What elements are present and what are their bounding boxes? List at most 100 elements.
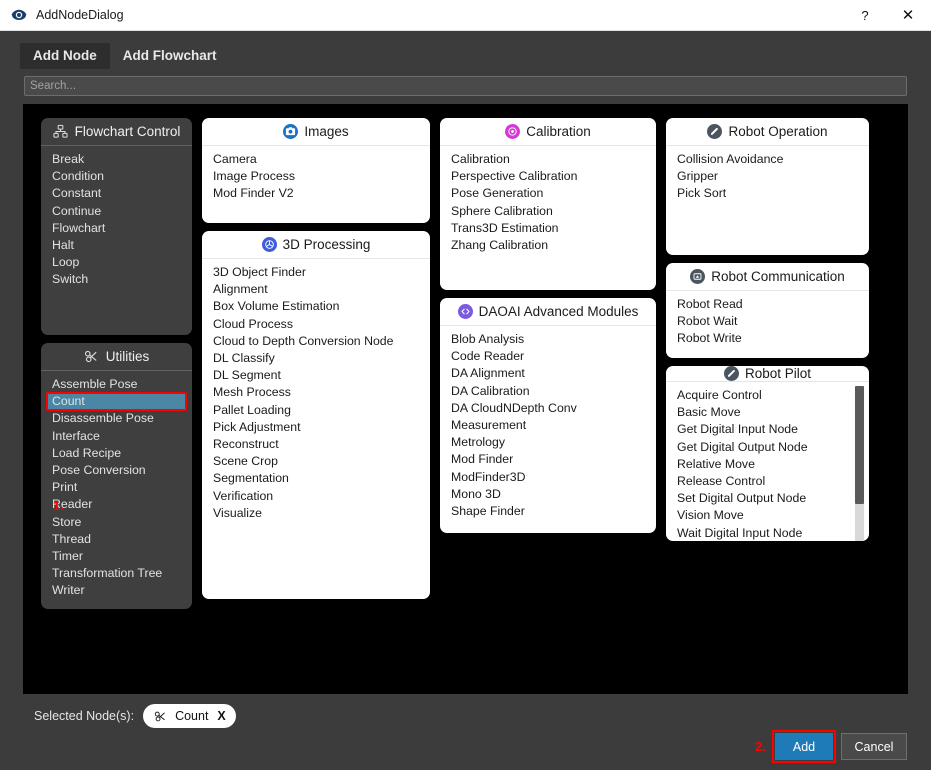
cancel-button[interactable]: Cancel: [841, 733, 907, 760]
list-item[interactable]: DL Segment: [202, 367, 430, 384]
list-item[interactable]: Switch: [41, 271, 192, 288]
list-item[interactable]: Perspective Calibration: [440, 168, 656, 185]
list-item[interactable]: Zhang Calibration: [440, 237, 656, 254]
list-item[interactable]: Continue: [41, 203, 192, 220]
group-title: Calibration: [526, 124, 591, 139]
group-daoai-advanced-modules: DAOAI Advanced Modules Blob Analysis Cod…: [440, 298, 656, 533]
tab-add-flowchart[interactable]: Add Flowchart: [110, 43, 230, 69]
list-item[interactable]: DA CloudNDepth Conv: [440, 400, 656, 417]
list-item[interactable]: Get Digital Input Node: [666, 421, 869, 438]
list-item[interactable]: Calibration: [440, 151, 656, 168]
add-button[interactable]: Add: [772, 730, 836, 763]
list-item[interactable]: Timer: [41, 548, 192, 565]
list-item[interactable]: Halt: [41, 237, 192, 254]
group-title: 3D Processing: [282, 237, 371, 252]
list-item[interactable]: Relative Move: [666, 456, 869, 473]
list-item[interactable]: Mod Finder: [440, 451, 656, 468]
list-item[interactable]: Load Recipe: [41, 445, 192, 462]
list-item[interactable]: Trans3D Estimation: [440, 220, 656, 237]
group-items: Collision Avoidance Gripper Pick Sort: [666, 146, 869, 211]
scrollbar-vertical[interactable]: [855, 386, 864, 541]
tab-add-node[interactable]: Add Node: [20, 43, 110, 69]
list-item[interactable]: Mod Finder V2: [202, 185, 430, 202]
list-item[interactable]: Basic Move: [666, 404, 869, 421]
list-item[interactable]: Loop: [41, 254, 192, 271]
chip-remove-icon[interactable]: X: [217, 709, 225, 723]
list-item[interactable]: Flowchart: [41, 220, 192, 237]
code-brackets-icon: [457, 304, 473, 319]
close-icon[interactable]: ✕: [885, 0, 931, 31]
group-items: Blob Analysis Code Reader DA Alignment D…: [440, 326, 656, 528]
list-item[interactable]: Gripper: [666, 168, 869, 185]
group-flowchart-control: Flowchart Control Break Condition Consta…: [41, 118, 192, 335]
list-item[interactable]: Disassemble Pose: [41, 410, 192, 427]
list-item[interactable]: 3D Object Finder: [202, 264, 430, 281]
group-items: Assemble Pose Count Disassemble Pose Int…: [41, 371, 192, 608]
list-item[interactable]: Blob Analysis: [440, 331, 656, 348]
list-item[interactable]: Pick Sort: [666, 185, 869, 202]
list-item[interactable]: Robot Read: [666, 296, 869, 313]
list-item[interactable]: Box Volume Estimation: [202, 298, 430, 315]
list-item[interactable]: Assemble Pose: [41, 376, 192, 393]
group-title: Images: [304, 124, 349, 139]
list-item[interactable]: Pick Adjustment: [202, 419, 430, 436]
list-item[interactable]: Sphere Calibration: [440, 203, 656, 220]
group-items: Robot Read Robot Wait Robot Write: [666, 291, 869, 356]
list-item[interactable]: Image Process: [202, 168, 430, 185]
list-item[interactable]: Robot Write: [666, 330, 869, 347]
list-item[interactable]: Constant: [41, 185, 192, 202]
list-item[interactable]: Pose Conversion: [41, 462, 192, 479]
list-item[interactable]: Vision Move: [666, 507, 869, 524]
list-item[interactable]: Alignment: [202, 281, 430, 298]
list-item[interactable]: Reconstruct: [202, 436, 430, 453]
list-item[interactable]: Measurement: [440, 417, 656, 434]
catalog-column-1: Flowchart Control Break Condition Consta…: [41, 118, 192, 609]
group-header: Robot Pilot: [666, 366, 869, 382]
list-item[interactable]: Condition: [41, 168, 192, 185]
list-item[interactable]: Release Control: [666, 473, 869, 490]
list-item[interactable]: Shape Finder: [440, 503, 656, 520]
org-chart-icon: [53, 124, 69, 140]
list-item[interactable]: DA Alignment: [440, 365, 656, 382]
catalog-column-4: Robot Operation Collision Avoidance Grip…: [666, 118, 869, 541]
list-item[interactable]: Cloud Process: [202, 316, 430, 333]
list-item[interactable]: Interface: [41, 428, 192, 445]
list-item[interactable]: Thread: [41, 531, 192, 548]
list-item[interactable]: Mesh Process: [202, 384, 430, 401]
list-item[interactable]: Robot Wait: [666, 313, 869, 330]
list-item[interactable]: DL Classify: [202, 350, 430, 367]
list-item[interactable]: Segmentation: [202, 470, 430, 487]
list-item[interactable]: Scene Crop: [202, 453, 430, 470]
list-item[interactable]: Pallet Loading: [202, 402, 430, 419]
list-item[interactable]: Mono 3D: [440, 486, 656, 503]
scrollbar-thumb[interactable]: [855, 386, 864, 504]
list-item[interactable]: Writer: [41, 582, 192, 599]
list-item[interactable]: Print: [41, 479, 192, 496]
help-button[interactable]: ?: [845, 0, 885, 31]
list-item[interactable]: Code Reader: [440, 348, 656, 365]
group-header: Robot Communication: [666, 263, 869, 291]
list-item[interactable]: Store: [41, 514, 192, 531]
app-logo-icon: [10, 6, 28, 24]
list-item[interactable]: Acquire Control: [666, 387, 869, 404]
list-item[interactable]: DA Calibration: [440, 383, 656, 400]
list-item[interactable]: Break: [41, 151, 192, 168]
list-item[interactable]: Wait Digital Input Node: [666, 525, 869, 541]
list-item[interactable]: Set Digital Output Node: [666, 490, 869, 507]
group-header: Flowchart Control: [41, 118, 192, 146]
selected-node-chip[interactable]: Count X: [143, 704, 236, 728]
list-item-count-selected[interactable]: Count: [46, 392, 187, 412]
list-item[interactable]: Verification: [202, 488, 430, 505]
window-titlebar: AddNodeDialog ? ✕: [0, 0, 931, 31]
list-item[interactable]: Collision Avoidance: [666, 151, 869, 168]
list-item[interactable]: Visualize: [202, 505, 430, 522]
list-item[interactable]: Transformation Tree: [41, 565, 192, 582]
list-item[interactable]: Camera: [202, 151, 430, 168]
list-item[interactable]: Cloud to Depth Conversion Node: [202, 333, 430, 350]
list-item[interactable]: Metrology: [440, 434, 656, 451]
list-item[interactable]: Get Digital Output Node: [666, 439, 869, 456]
list-item[interactable]: ModFinder3D: [440, 469, 656, 486]
list-item[interactable]: Pose Generation: [440, 185, 656, 202]
catalog-column-3: Calibration Calibration Perspective Cali…: [440, 118, 656, 533]
search-input[interactable]: [24, 76, 907, 96]
